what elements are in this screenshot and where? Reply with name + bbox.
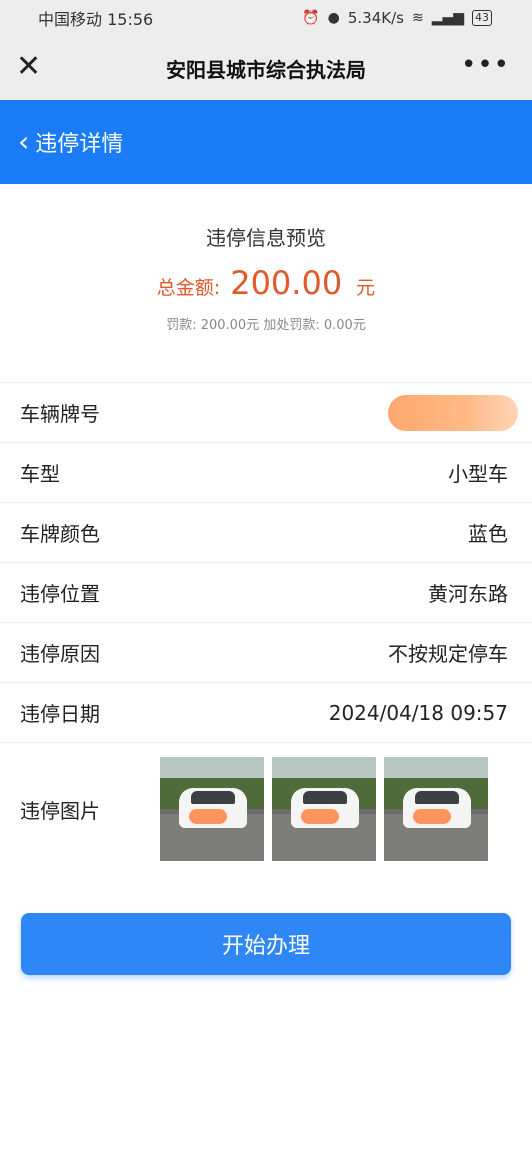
alarm-icon: ⏰	[302, 10, 320, 26]
photo-gallery	[160, 757, 488, 861]
fine-detail: 罚款: 200.00元 加处罚款: 0.00元	[166, 318, 366, 333]
violation-photo[interactable]	[384, 757, 488, 861]
location-icon: ●	[327, 10, 340, 26]
wechat-navbar: ✕ 安阳县城市综合执法局 •••	[0, 36, 532, 100]
status-icons: ⏰ ● 5.34K/s ≋ ▂▄▆ 43	[302, 9, 492, 27]
row-plate-number: 车辆牌号	[0, 383, 532, 443]
battery-icon: 43	[472, 10, 492, 26]
start-processing-button[interactable]: 开始办理	[21, 913, 511, 975]
row-location: 违停位置 黄河东路	[0, 563, 532, 623]
row-label: 车辆牌号	[20, 402, 100, 426]
row-label: 违停日期	[20, 702, 100, 726]
total-amount: 总金额: 200.00 元	[0, 264, 532, 302]
row-label: 车型	[20, 462, 60, 486]
row-date: 违停日期 2024/04/18 09:57	[0, 683, 532, 743]
row-value: 黄河东路	[428, 582, 508, 606]
network-speed: 5.34K/s	[347, 9, 404, 27]
chevron-left-icon[interactable]: ‹	[18, 128, 29, 156]
page-header: ‹ 违停详情	[0, 100, 532, 184]
page-title[interactable]: 违停详情	[35, 126, 123, 158]
summary-section: 违停信息预览 总金额: 200.00 元 罚款: 200.00元 加处罚款: 0…	[0, 184, 532, 380]
violation-photo[interactable]	[272, 757, 376, 861]
total-unit: 元	[356, 277, 376, 299]
redacted-plate	[388, 394, 518, 431]
more-icon[interactable]: •••	[461, 52, 510, 78]
signal-icon: ▂▄▆	[431, 10, 464, 26]
row-plate-color: 车牌颜色 蓝色	[0, 503, 532, 563]
wifi-icon: ≋	[411, 10, 424, 26]
row-value: 小型车	[448, 462, 508, 486]
status-carrier-time: 中国移动 15:56	[38, 10, 154, 29]
violation-photo[interactable]	[160, 757, 264, 861]
close-icon[interactable]: ✕	[16, 52, 41, 84]
row-label: 车牌颜色	[20, 522, 100, 546]
info-list: 车辆牌号 车型 小型车 车牌颜色 蓝色 违停位置 黄河东路 违停原因 不按规定停…	[0, 382, 532, 875]
row-value: 不按规定停车	[388, 642, 508, 666]
summary-heading: 违停信息预览	[206, 226, 326, 250]
row-value: 蓝色	[468, 522, 508, 546]
row-photos: 违停图片	[0, 743, 532, 875]
row-label: 违停图片	[20, 798, 100, 823]
row-label: 违停位置	[20, 582, 100, 606]
total-value: 200.00	[230, 264, 343, 302]
total-label: 总金额:	[156, 277, 221, 299]
navbar-title: 安阳县城市综合执法局	[166, 57, 366, 82]
row-value: 2024/04/18 09:57	[328, 700, 508, 725]
row-vehicle-type: 车型 小型车	[0, 443, 532, 503]
status-bar: 中国移动 15:56 ⏰ ● 5.34K/s ≋ ▂▄▆ 43	[0, 0, 532, 36]
row-label: 违停原因	[20, 642, 100, 666]
row-reason: 违停原因 不按规定停车	[0, 623, 532, 683]
